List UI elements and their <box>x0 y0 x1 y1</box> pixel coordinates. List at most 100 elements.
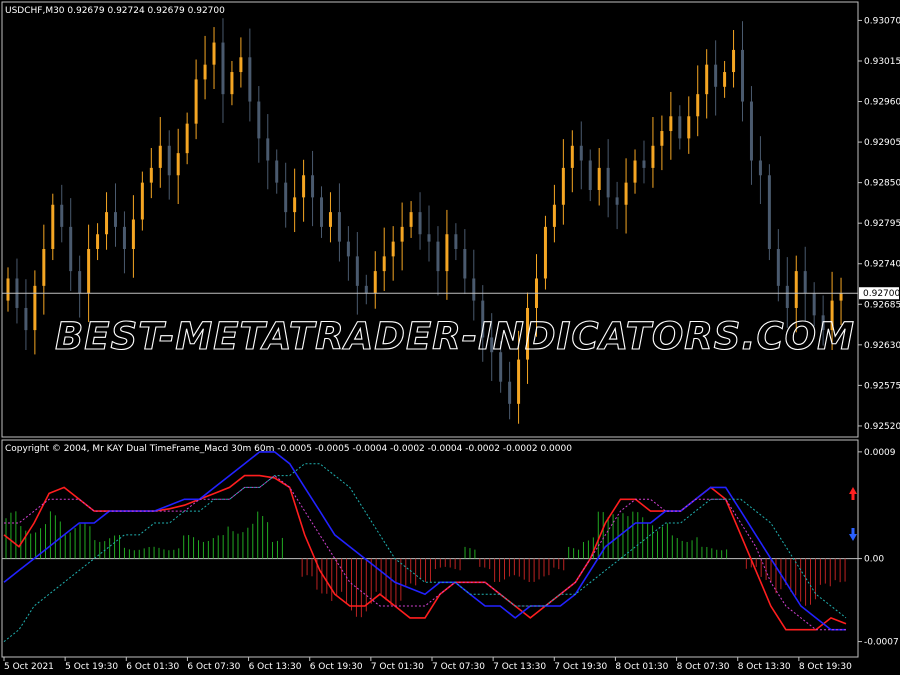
bearish-candle[interactable] <box>24 307 28 331</box>
bullish-candle[interactable] <box>33 285 37 331</box>
price-axis-label: 0.92905 <box>864 138 900 148</box>
price-axis-label: 0.92630 <box>864 341 900 351</box>
bearish-candle[interactable] <box>803 271 807 294</box>
bullish-candle[interactable] <box>140 182 144 220</box>
bullish-candle[interactable] <box>624 182 628 205</box>
macd-axis-label: 0.00 <box>864 555 884 565</box>
bullish-candle[interactable] <box>185 123 189 154</box>
time-axis-label: 8 Oct 07:30 <box>677 662 730 672</box>
bullish-candle[interactable] <box>517 359 521 404</box>
price-axis-label: 0.93070 <box>864 16 900 26</box>
bearish-candle[interactable] <box>266 138 270 161</box>
bullish-candle[interactable] <box>687 116 691 139</box>
bullish-candle[interactable] <box>794 271 798 308</box>
bullish-candle[interactable] <box>373 271 377 294</box>
bearish-candle[interactable] <box>642 160 646 168</box>
bearish-candle[interactable] <box>812 293 816 316</box>
bullish-candle[interactable] <box>149 167 153 183</box>
bullish-candle[interactable] <box>87 248 91 294</box>
bullish-candle[interactable] <box>660 131 664 146</box>
bearish-candle[interactable] <box>337 212 341 242</box>
bearish-candle[interactable] <box>346 241 350 257</box>
bearish-candle[interactable] <box>311 175 315 198</box>
bullish-candle[interactable] <box>391 241 395 257</box>
bullish-candle[interactable] <box>42 248 46 286</box>
bullish-candle[interactable] <box>633 160 637 183</box>
bearish-candle[interactable] <box>776 248 780 286</box>
bullish-candle[interactable] <box>302 175 306 198</box>
bearish-candle[interactable] <box>284 182 288 213</box>
bullish-candle[interactable] <box>51 204 55 249</box>
macd-indicator-pane[interactable] <box>2 451 858 642</box>
bullish-candle[interactable] <box>552 204 556 227</box>
bearish-candle[interactable] <box>221 42 225 95</box>
bearish-candle[interactable] <box>436 241 440 272</box>
bearish-candle[interactable] <box>320 197 324 227</box>
bullish-candle[interactable] <box>732 49 736 73</box>
bearish-candle[interactable] <box>714 64 718 87</box>
bearish-candle[interactable] <box>248 57 252 102</box>
bullish-candle[interactable] <box>839 293 843 301</box>
bearish-candle[interactable] <box>454 234 458 249</box>
bearish-candle[interactable] <box>463 248 467 279</box>
bearish-candle[interactable] <box>606 167 610 198</box>
bullish-candle[interactable] <box>651 145 655 168</box>
bearish-candle[interactable] <box>678 116 682 139</box>
price-axis-label: 0.92740 <box>864 260 900 270</box>
bearish-candle[interactable] <box>758 160 762 176</box>
bearish-candle[interactable] <box>767 175 771 249</box>
bullish-candle[interactable] <box>705 64 709 95</box>
bullish-candle[interactable] <box>409 212 413 227</box>
bearish-candle[interactable] <box>275 160 279 183</box>
bearish-candle[interactable] <box>364 285 368 294</box>
bullish-candle[interactable] <box>293 197 297 213</box>
bullish-candle[interactable] <box>131 219 135 249</box>
time-axis-label: 6 Oct 13:30 <box>249 662 302 672</box>
bullish-candle[interactable] <box>597 167 601 191</box>
bearish-candle[interactable] <box>427 234 431 242</box>
time-axis-label: 7 Oct 13:30 <box>493 662 546 672</box>
bullish-candle[interactable] <box>230 72 234 95</box>
bearish-candle[interactable] <box>418 212 422 235</box>
bearish-candle[interactable] <box>257 101 261 139</box>
price-chart-pane[interactable] <box>2 18 858 424</box>
bearish-candle[interactable] <box>355 256 359 286</box>
bearish-candle[interactable] <box>785 285 789 308</box>
bullish-candle[interactable] <box>723 72 727 87</box>
bearish-candle[interactable] <box>588 160 592 191</box>
bullish-candle[interactable] <box>239 57 243 73</box>
bullish-candle[interactable] <box>158 145 162 168</box>
bearish-candle[interactable] <box>749 101 753 161</box>
bullish-candle[interactable] <box>6 278 10 301</box>
bullish-candle[interactable] <box>543 226 547 279</box>
bullish-candle[interactable] <box>561 167 565 205</box>
bullish-candle[interactable] <box>382 256 386 272</box>
arrow-down-icon <box>849 528 857 541</box>
bullish-candle[interactable] <box>570 145 574 168</box>
bearish-candle[interactable] <box>508 381 512 404</box>
bearish-candle[interactable] <box>78 271 82 294</box>
bullish-candle[interactable] <box>203 64 207 80</box>
bearish-candle[interactable] <box>741 49 745 102</box>
bullish-candle[interactable] <box>696 94 700 117</box>
time-axis-label: 8 Oct 19:30 <box>799 662 852 672</box>
bullish-candle[interactable] <box>328 212 332 227</box>
bearish-candle[interactable] <box>615 197 619 205</box>
bullish-candle[interactable] <box>105 212 109 235</box>
bullish-candle[interactable] <box>212 42 216 65</box>
bullish-candle[interactable] <box>400 226 404 242</box>
bullish-candle[interactable] <box>445 234 449 272</box>
macd-line-macd-fast <box>3 474 847 631</box>
bullish-candle[interactable] <box>176 153 180 176</box>
bearish-candle[interactable] <box>472 278 476 301</box>
bearish-candle[interactable] <box>60 204 64 227</box>
bearish-candle[interactable] <box>579 145 583 161</box>
bearish-candle[interactable] <box>69 226 73 272</box>
macd-pane-frame <box>1 439 859 658</box>
bullish-candle[interactable] <box>96 234 100 249</box>
bearish-candle[interactable] <box>122 226 126 249</box>
bearish-candle[interactable] <box>167 145 171 176</box>
bullish-candle[interactable] <box>669 116 673 132</box>
bearish-candle[interactable] <box>113 212 117 227</box>
bullish-candle[interactable] <box>194 79 198 124</box>
